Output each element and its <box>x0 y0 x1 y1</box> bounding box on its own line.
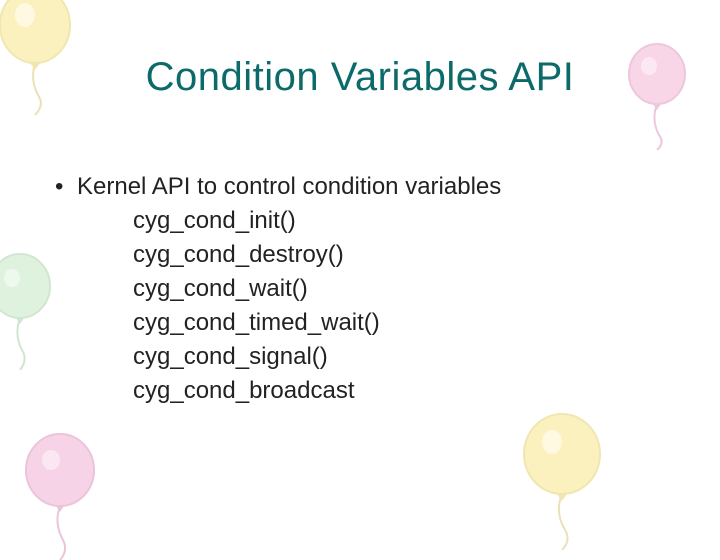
api-item: cyg_cond_wait() <box>133 272 501 306</box>
bullet-marker: • <box>55 170 77 204</box>
slide-content: • Kernel API to control condition variab… <box>55 170 501 409</box>
api-item: cyg_cond_destroy() <box>133 238 501 272</box>
api-item: cyg_cond_init() <box>133 204 501 238</box>
bullet-item: • Kernel API to control condition variab… <box>55 170 501 204</box>
api-item: cyg_cond_signal() <box>133 340 501 374</box>
bullet-text: Kernel API to control condition variable… <box>77 170 501 204</box>
api-list: cyg_cond_init() cyg_cond_destroy() cyg_c… <box>133 204 501 408</box>
decoration-balloon-bottom-right <box>510 410 620 550</box>
slide-title: Condition Variables API <box>0 55 720 100</box>
api-item: cyg_cond_timed_wait() <box>133 306 501 340</box>
decoration-balloon-bottom-left <box>15 430 115 560</box>
api-item: cyg_cond_broadcast <box>133 374 501 408</box>
